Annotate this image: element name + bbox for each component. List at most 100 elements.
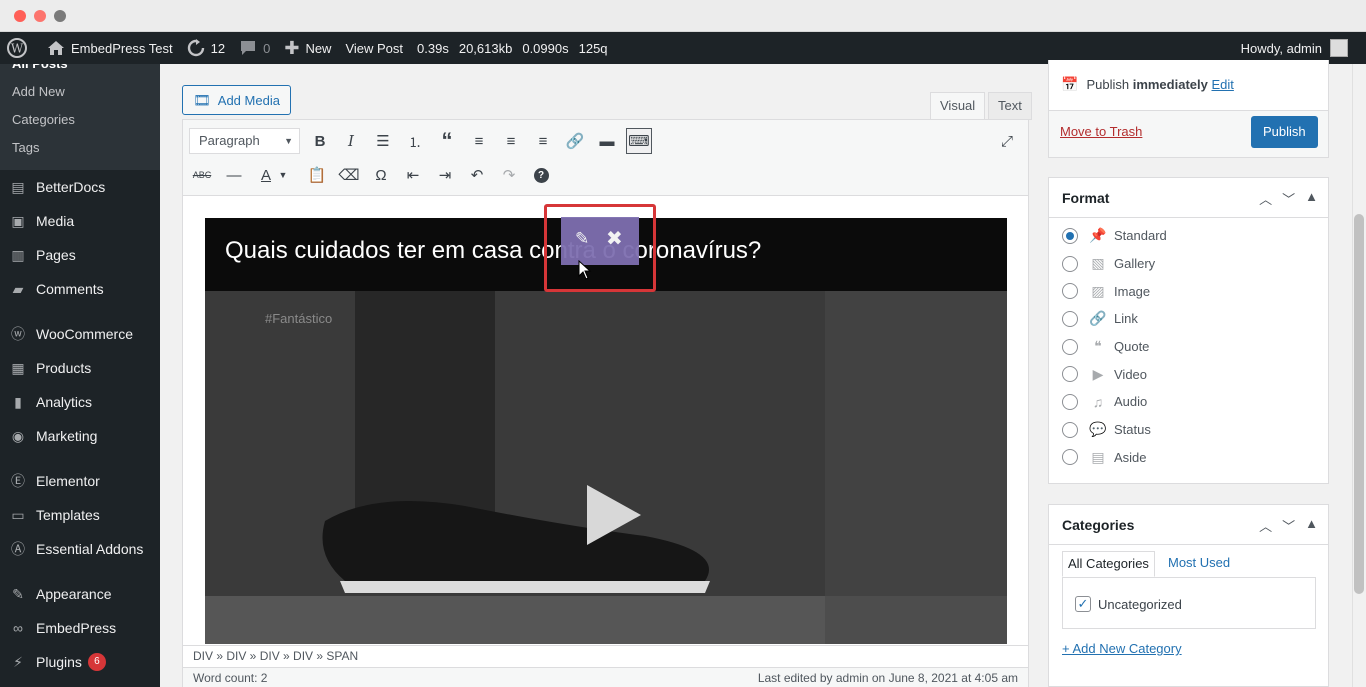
category-item[interactable]: ✓ Uncategorized xyxy=(1075,596,1182,612)
minimize-window-button[interactable] xyxy=(34,10,46,22)
sidebar-item-embedpress[interactable]: ∞ EmbedPress xyxy=(0,611,160,645)
wordpress-logo-icon[interactable]: W xyxy=(0,32,40,64)
indent-icon[interactable]: ⇥ xyxy=(432,162,458,188)
home-icon xyxy=(48,41,64,55)
sidebar-item-pages[interactable]: ▥ Pages xyxy=(0,238,160,272)
sidebar-item-analytics[interactable]: ▮ Analytics xyxy=(0,385,160,419)
format-option-image[interactable]: ▨ Image xyxy=(1049,277,1328,305)
format-option-status[interactable]: 💬 Status xyxy=(1049,416,1328,444)
format-option-quote[interactable]: ❝ Quote xyxy=(1049,333,1328,361)
link-icon[interactable]: 🔗 xyxy=(562,128,588,154)
align-center-icon[interactable]: ≡ xyxy=(498,128,524,154)
move-up-icon[interactable]: ︿ xyxy=(1259,516,1272,535)
add-media-label: Add Media xyxy=(217,92,280,108)
format-select[interactable]: Paragraph ▼ xyxy=(189,128,300,154)
radio-button[interactable] xyxy=(1062,449,1078,466)
sidebar-item-betterdocs[interactable]: ▤ BetterDocs xyxy=(0,170,160,204)
submenu-categories[interactable]: Categories xyxy=(0,106,160,134)
sidebar-item-essential-addons[interactable]: Ⓐ Essential Addons xyxy=(0,532,160,566)
toggle-panel-icon[interactable]: ▲ xyxy=(1305,189,1318,208)
format-option-label: Image xyxy=(1114,283,1151,299)
special-character-icon[interactable]: Ω xyxy=(368,162,394,188)
sidebar-item-appearance[interactable]: ✎ Appearance xyxy=(0,577,160,611)
add-media-button[interactable]: 🎞 Add Media xyxy=(182,85,291,115)
play-icon[interactable] xyxy=(581,483,645,547)
ea-icon: Ⓐ xyxy=(11,541,25,557)
move-down-icon[interactable]: ﹀ xyxy=(1282,189,1295,208)
radio-button[interactable] xyxy=(1062,393,1078,410)
maximize-window-button[interactable] xyxy=(54,10,66,22)
new-content-link[interactable]: ✚ New xyxy=(277,32,338,64)
italic-icon[interactable]: I xyxy=(338,128,364,154)
paste-text-icon[interactable]: 📋 xyxy=(304,162,330,188)
sidebar-item-products[interactable]: ▦ Products xyxy=(0,351,160,385)
move-up-icon[interactable]: ︿ xyxy=(1259,189,1272,208)
radio-button[interactable] xyxy=(1062,283,1078,300)
format-option-label: Standard xyxy=(1114,228,1167,244)
redo-icon[interactable]: ↷ xyxy=(496,162,522,188)
align-right-icon[interactable]: ≡ xyxy=(530,128,556,154)
blockquote-icon[interactable]: “ xyxy=(434,128,460,154)
radio-button[interactable] xyxy=(1062,421,1078,438)
query-monitor-stats[interactable]: 0.39s 20,613kb 0.0990s 125q xyxy=(410,32,615,64)
fullscreen-icon[interactable]: ⤢ xyxy=(994,128,1020,154)
add-new-category-link[interactable]: + Add New Category xyxy=(1062,641,1182,656)
horizontal-line-icon[interactable]: — xyxy=(221,162,247,188)
view-post-link[interactable]: View Post xyxy=(338,32,410,64)
format-option-aside[interactable]: ▤ Aside xyxy=(1049,444,1328,472)
page-scrollbar[interactable] xyxy=(1352,64,1366,687)
radio-button[interactable] xyxy=(1062,366,1078,383)
publish-button[interactable]: Publish xyxy=(1251,116,1318,148)
tab-visual[interactable]: Visual xyxy=(930,92,986,120)
strikethrough-icon[interactable]: ABC xyxy=(189,162,215,188)
submenu-tags[interactable]: Tags xyxy=(0,134,160,162)
scrollbar-thumb[interactable] xyxy=(1354,214,1364,594)
view-post-label: View Post xyxy=(345,40,404,56)
bold-icon[interactable]: B xyxy=(307,128,333,154)
format-option-video[interactable]: ▶ Video xyxy=(1049,360,1328,388)
sidebar-item-plugins[interactable]: ⚡ Plugins 6 xyxy=(0,645,160,679)
read-more-icon[interactable]: ▬ xyxy=(594,128,620,154)
format-box-controls: ︿ ﹀ ▲ xyxy=(1259,189,1318,208)
outdent-icon[interactable]: ⇤ xyxy=(400,162,426,188)
sidebar-item-comments[interactable]: ▰ Comments xyxy=(0,272,160,306)
video-player[interactable]: #Fantástico xyxy=(205,291,1007,644)
format-option-audio[interactable]: ♫ Audio xyxy=(1049,388,1328,416)
tab-text[interactable]: Text xyxy=(988,92,1032,120)
clear-formatting-icon[interactable]: ⌫ xyxy=(336,162,362,188)
sidebar-item-marketing[interactable]: ◉ Marketing xyxy=(0,419,160,453)
bullet-list-icon[interactable]: ☰ xyxy=(370,128,396,154)
undo-icon[interactable]: ↶ xyxy=(464,162,490,188)
updates-link[interactable]: 12 xyxy=(180,32,232,64)
align-left-icon[interactable]: ≡ xyxy=(466,128,492,154)
radio-button[interactable] xyxy=(1062,310,1078,327)
text-color-dropdown-icon[interactable]: ▼ xyxy=(276,162,290,188)
site-name-link[interactable]: EmbedPress Test xyxy=(40,32,180,64)
sidebar-item-media[interactable]: ▣ Media xyxy=(0,204,160,238)
submenu-all-posts[interactable]: All Posts xyxy=(0,64,160,78)
submenu-add-new[interactable]: Add New xyxy=(0,78,160,106)
edit-schedule-link[interactable]: Edit xyxy=(1211,77,1233,92)
toggle-panel-icon[interactable]: ▲ xyxy=(1305,516,1318,535)
comments-link[interactable]: 0 xyxy=(232,32,277,64)
sidebar-item-templates[interactable]: ▭ Templates xyxy=(0,498,160,532)
sidebar-item-elementor[interactable]: Ⓔ Elementor xyxy=(0,464,160,498)
format-option-link[interactable]: 🔗 Link xyxy=(1049,305,1328,333)
numbered-list-icon[interactable]: ⒈ xyxy=(402,128,428,154)
move-down-icon[interactable]: ﹀ xyxy=(1282,516,1295,535)
close-window-button[interactable] xyxy=(14,10,26,22)
sidebar-item-woocommerce[interactable]: ⓦ WooCommerce xyxy=(0,317,160,351)
radio-button[interactable] xyxy=(1062,255,1078,272)
tab-all-categories[interactable]: All Categories xyxy=(1062,551,1155,577)
help-icon[interactable]: ? xyxy=(528,162,554,188)
toolbar-toggle-icon[interactable]: ⌨ xyxy=(626,128,652,154)
radio-button[interactable] xyxy=(1062,227,1078,244)
tab-most-used[interactable]: Most Used xyxy=(1163,551,1235,577)
checkbox-checked-icon[interactable]: ✓ xyxy=(1075,596,1091,612)
radio-button[interactable] xyxy=(1062,338,1078,355)
move-to-trash-link[interactable]: Move to Trash xyxy=(1060,124,1142,139)
publish-label: Publish xyxy=(1086,77,1130,92)
stat-queries: 125q xyxy=(578,40,608,56)
format-option-standard[interactable]: 📌 Standard xyxy=(1049,222,1328,250)
format-option-gallery[interactable]: ▧ Gallery xyxy=(1049,250,1328,278)
